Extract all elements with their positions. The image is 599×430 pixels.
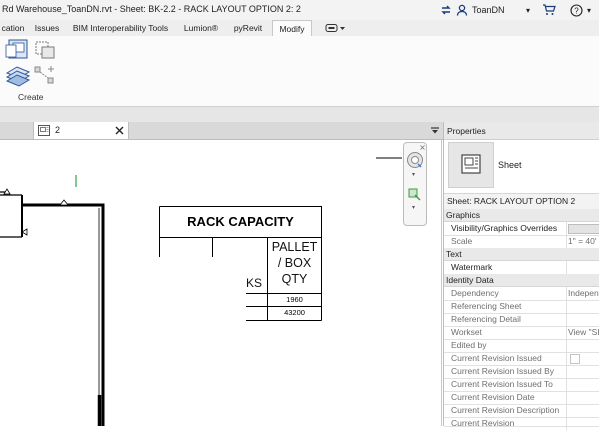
- property-name: Current Revision Issued By: [451, 366, 554, 376]
- property-row[interactable]: Watermark: [444, 261, 599, 275]
- callout-icon[interactable]: [34, 40, 56, 60]
- property-row[interactable]: Current Revision Issued: [444, 352, 599, 366]
- view-tab-2[interactable]: 2: [33, 122, 129, 139]
- ribbon-options-button[interactable]: [325, 23, 347, 33]
- property-name: Current Revision Issued: [451, 353, 542, 363]
- ribbon-tab-bar: cation Issues BIM Interoperability Tools…: [0, 20, 599, 37]
- qty-cell-2: 43200: [284, 308, 305, 317]
- property-name: Referencing Detail: [451, 314, 521, 324]
- group-label: Identity Data: [446, 275, 494, 285]
- tab-pyrevit[interactable]: pyRevit: [231, 20, 265, 36]
- group-label: Text: [446, 249, 462, 259]
- property-row[interactable]: Current Revision Description: [444, 404, 599, 418]
- sheet-linework: [0, 157, 402, 426]
- property-row[interactable]: Referencing Detail: [444, 313, 599, 327]
- property-name: Current Revision Description: [451, 405, 560, 415]
- view-tab-strip: 2: [0, 122, 443, 140]
- view-tab-label: 2: [55, 125, 61, 135]
- close-icon[interactable]: [115, 126, 124, 135]
- edit-button[interactable]: [568, 224, 599, 234]
- property-value: View "SH: [568, 327, 599, 337]
- property-row[interactable]: Scale 1" = 40': [444, 235, 599, 249]
- nav-dropdown-icon[interactable]: ▾: [412, 171, 415, 178]
- rack-capacity-title: RACK CAPACITY: [187, 214, 294, 229]
- ribbon-toggle-icon: [325, 24, 345, 32]
- property-row[interactable]: Current Revision Issued To: [444, 378, 599, 392]
- property-name: Current Revision: [451, 418, 515, 428]
- partial-column-header: KS: [246, 276, 263, 290]
- pallet-box-qty-header: PALLET / BOX QTY: [268, 239, 321, 287]
- exchange-apps-icon[interactable]: [440, 4, 452, 16]
- user-area: ToanDN ▾ ? ▾: [440, 2, 591, 18]
- tab-issues[interactable]: Issues: [34, 20, 60, 36]
- property-row[interactable]: Referencing Sheet: [444, 300, 599, 314]
- panel-label-create: Create: [18, 92, 44, 102]
- header-line-3: QTY: [281, 272, 308, 286]
- matchline-icon[interactable]: [34, 66, 56, 86]
- instance-selector-label: Sheet: RACK LAYOUT OPTION 2: [447, 196, 576, 206]
- header-line-1: PALLET: [271, 240, 318, 254]
- window-title: Rd Warehouse_ToanDN.rvt - Sheet: BK-2.2 …: [2, 4, 301, 14]
- property-name: Workset: [451, 327, 483, 337]
- property-name: Edited by: [451, 340, 487, 350]
- property-value: 1" = 40': [568, 236, 597, 246]
- tab-bim-interoperability-tools[interactable]: BIM Interoperability Tools: [69, 20, 172, 36]
- qty-cell-1: 1960: [286, 295, 303, 304]
- type-name: Sheet: [498, 160, 522, 170]
- sheet-view-icon: [38, 125, 50, 136]
- properties-header: Properties: [444, 122, 599, 140]
- property-row[interactable]: Current Revision Issued By: [444, 365, 599, 379]
- instance-selector[interactable]: Sheet: RACK LAYOUT OPTION 2: [444, 193, 599, 210]
- property-name: Scale: [451, 236, 473, 246]
- ribbon-gap: [0, 107, 599, 122]
- title-bar: Rd Warehouse_ToanDN.rvt - Sheet: BK-2.2 …: [0, 0, 599, 20]
- property-row[interactable]: Visibility/Graphics Overrides: [444, 222, 599, 236]
- svg-text:?: ?: [574, 6, 579, 15]
- property-name: Current Revision Date: [451, 392, 535, 402]
- property-row[interactable]: Workset View "SH: [444, 326, 599, 340]
- property-name: Current Revision Issued To: [451, 379, 553, 389]
- ribbon-panel: Create: [0, 36, 599, 107]
- property-row[interactable]: Dependency Indepen: [444, 287, 599, 301]
- zoom-dropdown-icon[interactable]: ▾: [412, 204, 415, 211]
- property-name: Dependency: [451, 288, 499, 298]
- checkbox[interactable]: [570, 354, 580, 364]
- nav-close-icon[interactable]: [420, 145, 425, 150]
- property-name: Referencing Sheet: [451, 301, 522, 311]
- property-name: Watermark: [451, 262, 493, 272]
- cart-icon[interactable]: [542, 4, 556, 16]
- tab-lumion[interactable]: Lumion®: [180, 20, 222, 36]
- group-text[interactable]: Text: [444, 248, 599, 261]
- user-dropdown-icon[interactable]: ▾: [526, 6, 530, 15]
- property-row[interactable]: Edited by: [444, 339, 599, 353]
- property-name: Visibility/Graphics Overrides: [451, 223, 558, 233]
- properties-palette: Properties Sheet Sheet: RACK LAYOUT OPTI…: [443, 122, 599, 430]
- type-selector[interactable]: Sheet: [444, 140, 599, 190]
- property-row[interactable]: Current Revision Date: [444, 391, 599, 405]
- properties-title: Properties: [447, 126, 486, 136]
- duplicate-view-icon[interactable]: [5, 64, 31, 90]
- user-name[interactable]: ToanDN: [472, 5, 522, 15]
- group-graphics[interactable]: Graphics: [444, 209, 599, 222]
- group-label: Graphics: [446, 210, 481, 220]
- sheet-type-icon: [461, 154, 481, 174]
- navigation-bar: ▾ ▾: [403, 142, 427, 226]
- user-icon[interactable]: [456, 4, 468, 16]
- help-icon[interactable]: ?: [570, 3, 583, 17]
- header-line-2: / BOX: [277, 256, 312, 270]
- property-value: Indepen: [568, 288, 599, 298]
- tab-annotation[interactable]: cation: [0, 20, 26, 36]
- drawing-area[interactable]: RACK CAPACITY PALLET / BOX QTY KS 1960 4…: [0, 140, 442, 426]
- help-dropdown-icon[interactable]: ▾: [587, 6, 591, 15]
- create-sheet-icon[interactable]: [5, 39, 31, 63]
- type-thumbnail: [448, 142, 494, 188]
- tab-overflow-icon[interactable]: [430, 127, 440, 135]
- steering-wheel-icon[interactable]: [406, 151, 424, 169]
- group-identity-data[interactable]: Identity Data: [444, 274, 599, 287]
- zoom-region-icon[interactable]: [408, 188, 421, 201]
- tab-modify[interactable]: Modify: [272, 20, 312, 37]
